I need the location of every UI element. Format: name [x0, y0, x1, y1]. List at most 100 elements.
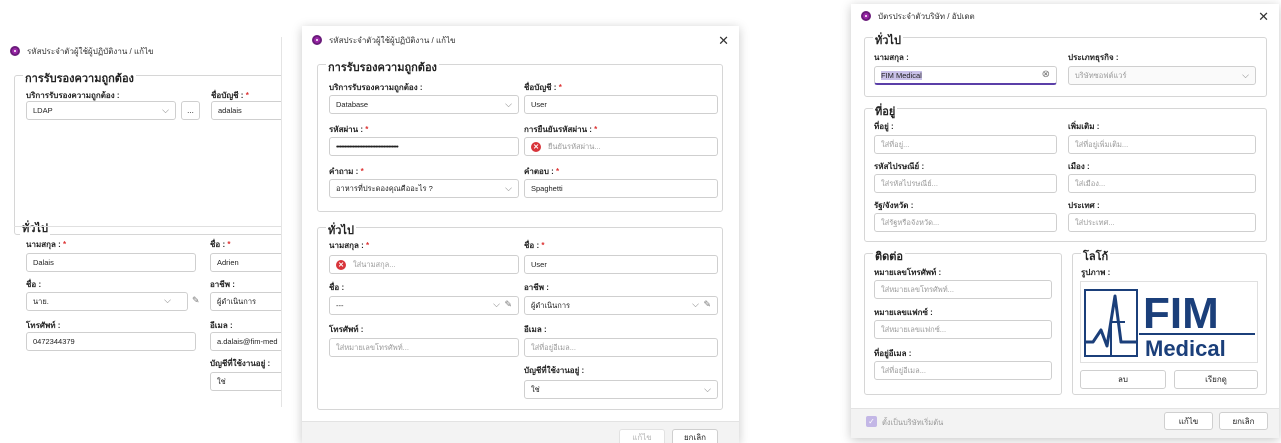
- window-title: รหัสประจำตัวผู้ใช้ผู้ปฏิบัติงาน / แก้ไข: [27, 46, 154, 56]
- edit-button[interactable]: แก้ไข: [1164, 412, 1213, 430]
- job-label: อาชีพ :: [210, 280, 235, 289]
- title-select[interactable]: นาย. ⌵: [26, 292, 188, 311]
- window-title: รหัสประจำตัวผู้ใช้ผู้ปฏิบัติงาน / แก้ไข: [329, 35, 456, 45]
- fax-input[interactable]: ใส่หมายเลขแฟกซ์...: [874, 320, 1052, 339]
- confirm-label: การยืนยันรหัสผ่าน : *: [524, 125, 598, 134]
- app-icon: [10, 46, 20, 56]
- chevron-down-icon: ⌵: [1242, 70, 1249, 80]
- pencil-icon[interactable]: ✎: [504, 299, 512, 310]
- auth-service-select[interactable]: Database ⌵: [329, 95, 519, 114]
- email-input[interactable]: ใส่ที่อยู่อีเมล...: [524, 338, 718, 357]
- firstname-input[interactable]: User: [524, 255, 718, 274]
- chevron-down-icon: ⌵: [505, 99, 512, 109]
- chevron-down-icon: ⌵: [162, 105, 169, 115]
- delete-button[interactable]: ลบ: [1080, 370, 1166, 389]
- state-input[interactable]: ใส่รัฐหรือจังหวัด...: [874, 213, 1057, 232]
- phone-input[interactable]: 0472344379: [26, 332, 196, 351]
- chevron-down-icon: ⌵: [164, 295, 171, 305]
- account-input[interactable]: adalais: [211, 101, 281, 120]
- chevron-down-icon: ⌵: [505, 183, 512, 193]
- email-label: ที่อยู่อีเมล :: [874, 349, 912, 358]
- ellipsis-button[interactable]: ...: [181, 101, 200, 120]
- close-icon[interactable]: ✕: [718, 33, 729, 49]
- city-label: เมือง :: [1068, 162, 1090, 171]
- chevron-down-icon: ⌵: [692, 299, 699, 309]
- general-legend: ทั่วไป: [326, 221, 356, 239]
- chevron-down-icon: ⌵: [704, 384, 711, 394]
- city-input[interactable]: ใส่เมือง...: [1068, 174, 1256, 193]
- phone-input[interactable]: ใส่หมายเลขโทรศัพท์...: [329, 338, 519, 357]
- company-logo-image: FIM Medical: [1080, 281, 1258, 363]
- business-type-select[interactable]: บริษัทซอฟต์แวร์ ⌵: [1068, 66, 1256, 85]
- job-select[interactable]: ผู้ดำเนินการ: [210, 292, 281, 311]
- password-label: รหัสผ่าน : *: [329, 125, 369, 134]
- account-label: ชื่อบัญชี : *: [524, 83, 562, 92]
- app-icon: [312, 35, 322, 45]
- active-label: บัญชีที่ใช้งานอยู่ :: [524, 366, 585, 375]
- firstname-label: ชื่อ : *: [524, 241, 545, 250]
- contact-legend: ติดต่อ: [873, 247, 906, 265]
- active-select[interactable]: ใช่: [210, 372, 281, 391]
- svg-text:FIM: FIM: [1143, 289, 1219, 338]
- account-input[interactable]: User: [524, 95, 718, 114]
- confirm-input[interactable]: ✕ ยืนยันรหัสผ่าน...: [524, 137, 718, 156]
- default-company-label: ตั้งเป็นบริษัทเริ่มต้น: [882, 418, 944, 427]
- email-input[interactable]: ใส่ที่อยู่อีเมล...: [874, 361, 1052, 380]
- password-input[interactable]: ••••••••••••••••••••••••••••••••••••••: [329, 137, 519, 156]
- question-select[interactable]: อาหารที่ประดองคุณคืออะไร ? ⌵: [329, 179, 519, 198]
- title-bar: รหัสประจำตัวผู้ใช้ผู้ปฏิบัติงาน / แก้ไข: [0, 37, 281, 65]
- phone-label: โทรศัพท์ :: [26, 321, 61, 330]
- country-label: ประเทศ :: [1068, 201, 1100, 210]
- job-select[interactable]: ผู้ดำเนินการ ⌵ ✎: [524, 296, 718, 315]
- logo-legend: โลโก้: [1081, 247, 1111, 265]
- svg-text:Medical: Medical: [1145, 336, 1226, 361]
- business-type-label: ประเภทธุรกิจ :: [1068, 53, 1119, 62]
- general-legend: ทั่วไป: [873, 31, 903, 49]
- fax-label: หมายเลขแฟกซ์ :: [874, 308, 933, 317]
- lastname-label: นามสกุล :: [874, 53, 909, 62]
- phone-label: หมายเลขโทรศัพท์ :: [874, 268, 942, 277]
- cancel-button[interactable]: ยกเลิก: [672, 429, 718, 443]
- image-label: รูปภาพ :: [1081, 268, 1111, 277]
- lastname-input[interactable]: Dalais: [26, 253, 196, 272]
- fim-medical-logo: FIM Medical: [1084, 289, 1255, 361]
- clear-icon[interactable]: ⊗: [1042, 69, 1050, 80]
- postal-input[interactable]: ใส่รหัสไปรษณีย์...: [874, 174, 1057, 193]
- cancel-button[interactable]: ยกเลิก: [1219, 412, 1268, 430]
- address-legend: ที่อยู่: [873, 102, 898, 120]
- title-select[interactable]: --- ⌵ ✎: [329, 296, 519, 315]
- question-label: คำถาม : *: [329, 167, 364, 176]
- job-label: อาชีพ :: [524, 283, 549, 292]
- browse-button[interactable]: เรียกดู: [1174, 370, 1258, 389]
- operator-edit-window: รหัสประจำตัวผู้ใช้ผู้ปฏิบัติงาน / แก้ไข …: [302, 26, 739, 443]
- state-label: รัฐ/จังหวัด :: [874, 201, 914, 210]
- address-input[interactable]: ใส่ที่อยู่...: [874, 135, 1057, 154]
- default-company-checkbox[interactable]: ✓: [866, 416, 877, 427]
- title-label: ชื่อ :: [26, 280, 42, 289]
- auth-service-select[interactable]: LDAP ⌵: [26, 101, 176, 120]
- error-icon: ✕: [336, 259, 346, 270]
- edit-button[interactable]: แก้ไข: [619, 429, 665, 443]
- firstname-label: ชื่อ : *: [210, 240, 231, 249]
- pencil-icon[interactable]: ✎: [703, 299, 711, 310]
- lastname-input[interactable]: ✕ ใส่นามสกุล...: [329, 255, 519, 274]
- phone-input[interactable]: ใส่หมายเลขโทรศัพท์...: [874, 280, 1052, 299]
- company-update-window: บัตรประจำตัวบริษัท / อัปเดต ✕ ทั่วไป นาม…: [851, 4, 1279, 438]
- phone-label: โทรศัพท์ :: [329, 325, 364, 334]
- active-select[interactable]: ใช่ ⌵: [524, 380, 718, 399]
- answer-label: คำตอบ : *: [524, 167, 560, 176]
- extra-input[interactable]: ใส่ที่อยู่เพิ่มเติม...: [1068, 135, 1256, 154]
- pencil-icon[interactable]: ✎: [192, 295, 200, 306]
- check-icon: ✓: [868, 417, 875, 426]
- country-input[interactable]: ใส่ประเทศ...: [1068, 213, 1256, 232]
- close-icon[interactable]: ✕: [1258, 9, 1269, 25]
- operator-edit-window-left: รหัสประจำตัวผู้ใช้ผู้ปฏิบัติงาน / แก้ไข …: [0, 37, 282, 407]
- auth-legend: การรับรองความถูกต้อง: [23, 69, 136, 87]
- lastname-input[interactable]: FIM Medical ⊗: [874, 66, 1057, 85]
- general-legend: ทั่วไป: [20, 219, 50, 237]
- answer-input[interactable]: Spaghetti: [524, 179, 718, 198]
- firstname-input[interactable]: Adrien: [210, 253, 281, 272]
- email-input[interactable]: a.dalais@fim-med: [210, 332, 281, 351]
- general-divider: [14, 226, 281, 227]
- email-label: อีเมล :: [210, 321, 233, 330]
